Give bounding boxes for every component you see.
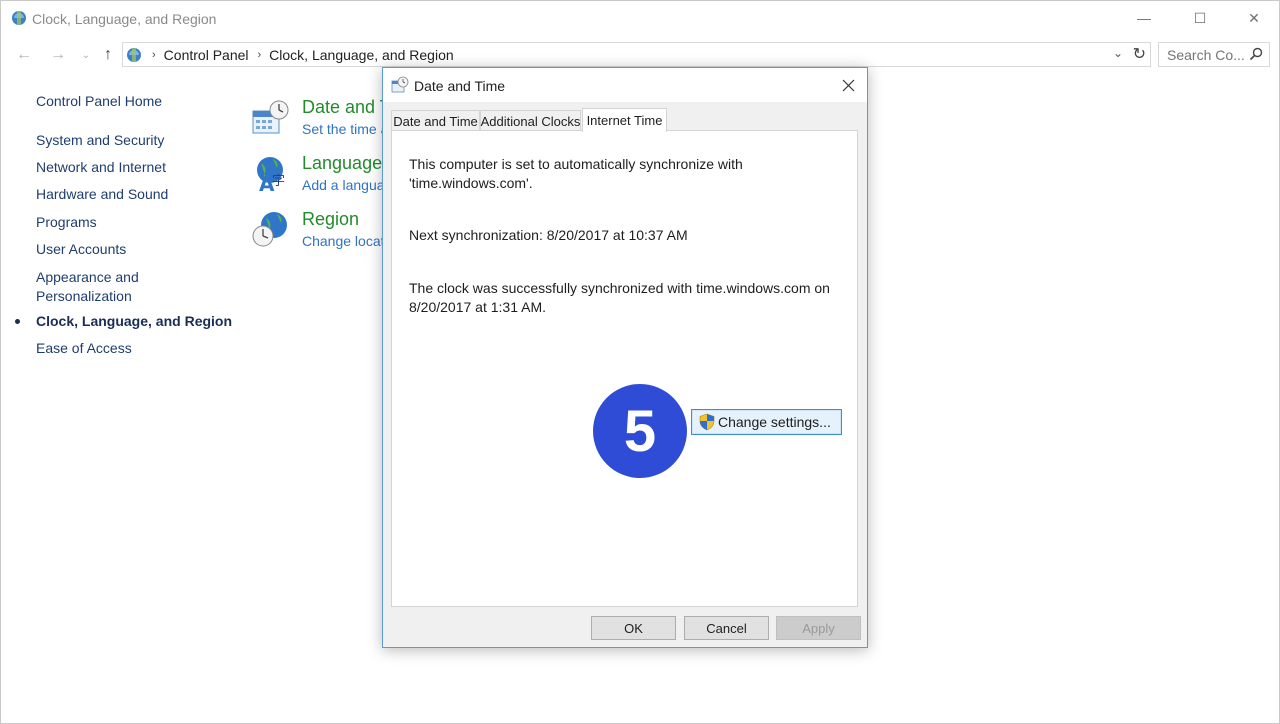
- sidebar-item-network-internet[interactable]: Network and Internet: [36, 158, 166, 177]
- maximize-icon: ☐: [1193, 9, 1207, 26]
- minimize-icon: —: [1137, 10, 1151, 26]
- cancel-button[interactable]: Cancel: [684, 616, 769, 640]
- category-region: Region Change locati: [249, 209, 389, 259]
- sync-status-line-2: 'time.windows.com'.: [409, 175, 533, 191]
- tab-date-and-time[interactable]: Date and Time: [391, 110, 480, 131]
- arrow-left-icon: ←: [16, 46, 32, 63]
- ok-button[interactable]: OK: [591, 616, 676, 640]
- close-window-button[interactable]: ✕: [1227, 1, 1280, 35]
- address-bar[interactable]: › Control Panel › Clock, Language, and R…: [122, 42, 1151, 67]
- dialog-title-bar: Date and Time: [383, 68, 867, 102]
- sidebar-item-clock-language-region[interactable]: Clock, Language, and Region: [36, 312, 232, 331]
- search-box[interactable]: [1158, 42, 1270, 67]
- window-title: Clock, Language, and Region: [32, 11, 217, 27]
- back-button[interactable]: ←: [13, 43, 35, 67]
- sidebar-item-hardware-sound[interactable]: Hardware and Sound: [36, 185, 168, 204]
- title-bar: Clock, Language, and Region — ☐ ✕: [1, 1, 1279, 35]
- category-link-add-language[interactable]: Add a langua: [302, 177, 385, 193]
- change-settings-button[interactable]: Change settings...: [691, 409, 842, 435]
- internet-time-panel: This computer is set to automatically sy…: [391, 130, 858, 607]
- category-link-set-time[interactable]: Set the time a: [302, 121, 388, 137]
- sidebar-item-active[interactable]: Clock, Language, and Region: [1, 312, 241, 332]
- sync-status-line-1: This computer is set to automatically sy…: [409, 156, 743, 172]
- search-input[interactable]: [1167, 46, 1251, 63]
- category-link-change-location[interactable]: Change locati: [302, 233, 388, 249]
- date-time-dialog: Date and Time Date and Time Additional C…: [382, 67, 868, 648]
- search-icon[interactable]: [1249, 47, 1263, 61]
- date-time-icon: [391, 76, 409, 93]
- maximize-button[interactable]: ☐: [1173, 1, 1227, 35]
- sidebar-item-appearance[interactable]: Appearance and: [36, 268, 139, 287]
- last-sync-line-2: 8/20/2017 at 1:31 AM.: [409, 299, 546, 315]
- sidebar-item-personalization[interactable]: Personalization: [36, 287, 132, 306]
- apply-button[interactable]: Apply: [776, 616, 861, 640]
- globe-language-icon: A 字: [257, 157, 285, 193]
- address-dropdown-icon[interactable]: ⌄: [1113, 46, 1123, 60]
- sidebar-item-system-security[interactable]: System and Security: [36, 131, 164, 150]
- arrow-up-icon: ↑: [104, 46, 112, 63]
- minimize-button[interactable]: —: [1117, 1, 1171, 35]
- chevron-down-icon: ⌄: [81, 49, 91, 61]
- forward-button[interactable]: →: [47, 43, 69, 67]
- tab-additional-clocks[interactable]: Additional Clocks: [480, 110, 581, 131]
- category-title-date-time[interactable]: Date and T: [302, 97, 391, 118]
- refresh-icon[interactable]: ↻: [1133, 44, 1146, 64]
- sidebar-item-control-panel-home[interactable]: Control Panel Home: [36, 93, 162, 109]
- sidebar-item-programs[interactable]: Programs: [36, 213, 97, 232]
- category-title-language[interactable]: Language: [302, 153, 382, 174]
- up-button[interactable]: ↑: [97, 43, 119, 67]
- tab-internet-time[interactable]: Internet Time: [582, 108, 667, 132]
- change-settings-label: Change settings...: [718, 414, 831, 430]
- category-date-time: Date and T Set the time a: [249, 97, 391, 147]
- category-title-region[interactable]: Region: [302, 209, 359, 230]
- breadcrumb-separator-icon: ›: [257, 48, 262, 61]
- breadcrumb-clock-language-region[interactable]: Clock, Language, and Region: [269, 47, 453, 63]
- svg-text:字: 字: [272, 174, 285, 189]
- sidebar-item-ease-of-access[interactable]: Ease of Access: [36, 339, 132, 358]
- next-sync-text: Next synchronization: 8/20/2017 at 10:37…: [409, 227, 688, 243]
- breadcrumb-separator-icon: ›: [152, 48, 156, 61]
- close-icon: ✕: [1248, 9, 1260, 26]
- dialog-close-button[interactable]: [835, 72, 861, 98]
- recent-locations-button[interactable]: ⌄: [75, 43, 97, 67]
- close-icon: [842, 79, 854, 91]
- breadcrumb-control-panel[interactable]: Control Panel: [164, 47, 249, 63]
- sidebar-item-user-accounts[interactable]: User Accounts: [36, 240, 126, 259]
- control-panel-icon: [127, 47, 141, 62]
- arrow-right-icon: →: [50, 46, 66, 63]
- active-bullet-icon: [15, 319, 20, 324]
- uac-shield-icon: [699, 413, 715, 431]
- last-sync-line-1: The clock was successfully synchronized …: [409, 280, 830, 296]
- globe-clock-icon: [252, 212, 287, 247]
- dialog-title: Date and Time: [414, 78, 506, 94]
- step-number-badge: 5: [593, 384, 687, 478]
- category-language: A 字 Language Add a langua: [249, 153, 389, 203]
- calendar-clock-icon: [252, 100, 289, 134]
- control-panel-icon: [12, 11, 26, 25]
